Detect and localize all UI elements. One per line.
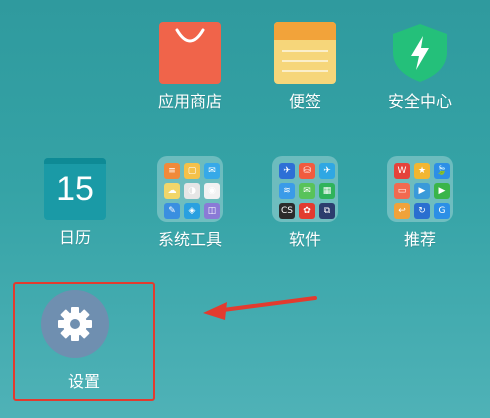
folder-app-icon: ▦	[319, 183, 335, 199]
folder-app-icon: ↩	[394, 203, 410, 219]
notes-label: 便签	[288, 92, 321, 111]
security-center-app[interactable]: 安全中心	[365, 22, 475, 112]
calendar-day: 15	[56, 170, 94, 208]
folder-app-icon: CS	[279, 203, 295, 219]
recommend-folder[interactable]: W ★ 🍃 ▭ ▶ ▶ ↩ ↻ G 推荐	[365, 156, 475, 250]
folder-app-icon: ✎	[164, 203, 180, 219]
system-tools-folder[interactable]: ≡ ▢ ✉ ☁ ◑ ◉ ✎ ◈ ◫ 系统工具	[135, 156, 245, 250]
calendar-app[interactable]: 15 日历	[20, 158, 130, 248]
app-store[interactable]: 应用商店	[135, 22, 245, 112]
folder-app-icon: ✈	[279, 163, 295, 179]
folder-app-icon: ▭	[394, 183, 410, 199]
gear-icon	[58, 307, 92, 341]
folder-app-icon: ◑	[184, 183, 200, 199]
settings-label: 设置	[67, 372, 100, 391]
folder-app-icon: ★	[414, 163, 430, 179]
folder-app-icon: ◫	[204, 203, 220, 219]
notes-app[interactable]: 便签	[250, 22, 360, 112]
folder-app-icon: ▶	[434, 183, 450, 199]
folder-app-icon: ≋	[279, 183, 295, 199]
folder-icon: W ★ 🍃 ▭ ▶ ▶ ↩ ↻ G	[387, 156, 453, 222]
calendar-icon: 15	[44, 158, 106, 220]
software-label: 软件	[288, 230, 321, 249]
folder-app-icon: ⧉	[319, 203, 335, 219]
folder-app-icon: W	[394, 163, 410, 179]
folder-grid: ≡ ▢ ✉ ☁ ◑ ◉ ✎ ◈ ◫	[164, 163, 220, 219]
folder-grid: W ★ 🍃 ▭ ▶ ▶ ↩ ↻ G	[394, 163, 450, 219]
settings-highlight-box: 设置	[13, 282, 155, 401]
folder-app-icon: ◈	[184, 203, 200, 219]
folder-app-icon: ✿	[299, 203, 315, 219]
folder-icon: ✈ ⛁ ✈ ≋ ✉ ▦ CS ✿ ⧉	[272, 156, 338, 222]
settings-app[interactable]	[41, 290, 109, 358]
folder-grid: ✈ ⛁ ✈ ≋ ✉ ▦ CS ✿ ⧉	[279, 163, 335, 219]
app-store-label: 应用商店	[157, 92, 222, 111]
shopping-bag-icon	[159, 22, 221, 84]
recommend-label: 推荐	[403, 230, 436, 249]
software-folder[interactable]: ✈ ⛁ ✈ ≋ ✉ ▦ CS ✿ ⧉ 软件	[250, 156, 360, 250]
security-center-label: 安全中心	[387, 92, 452, 111]
folder-app-icon: ✉	[204, 163, 220, 179]
folder-app-icon: ▢	[184, 163, 200, 179]
pointer-arrow	[203, 296, 317, 320]
calendar-label: 日历	[58, 228, 91, 247]
folder-app-icon: ✉	[299, 183, 315, 199]
folder-app-icon: ≡	[164, 163, 180, 179]
folder-app-icon: ⛁	[299, 163, 315, 179]
notepad-icon	[274, 22, 336, 84]
shield-lightning-icon	[389, 22, 451, 84]
folder-app-icon: ☁	[164, 183, 180, 199]
folder-app-icon: 🍃	[434, 163, 450, 179]
folder-app-icon: ✈	[319, 163, 335, 179]
system-tools-label: 系统工具	[157, 230, 222, 249]
folder-app-icon: ◉	[204, 183, 220, 199]
folder-app-icon: ↻	[414, 203, 430, 219]
folder-icon: ≡ ▢ ✉ ☁ ◑ ◉ ✎ ◈ ◫	[157, 156, 223, 222]
folder-app-icon: G	[434, 203, 450, 219]
folder-app-icon: ▶	[414, 183, 430, 199]
